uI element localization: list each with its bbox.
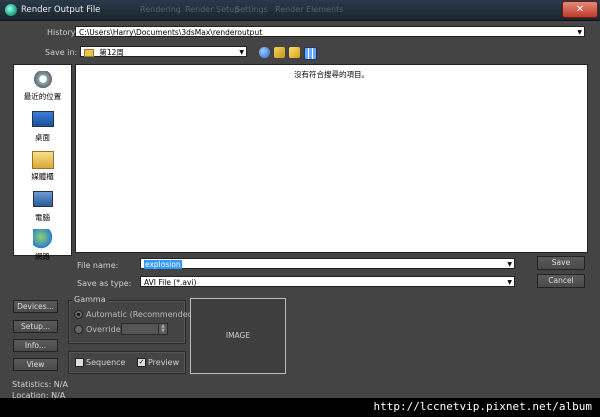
libraries-icon <box>31 151 54 169</box>
place-libraries[interactable]: 媒體櫃 <box>14 151 71 182</box>
gamma-spinner[interactable]: ▲ ▼ <box>158 323 168 335</box>
view-button[interactable]: View <box>13 358 58 371</box>
folder-icon <box>84 49 94 57</box>
close-button[interactable]: ✕ <box>562 1 598 18</box>
save-button[interactable]: Save <box>537 256 585 270</box>
preview-label: Preview <box>148 358 180 367</box>
cancel-button[interactable]: Cancel <box>537 274 585 288</box>
watermark-url: http://lccnetvip.pixnet.net/album <box>373 400 592 413</box>
window-title: Render Output File <box>21 5 101 15</box>
history-label: History: <box>47 28 78 37</box>
new-folder-icon[interactable] <box>289 47 300 58</box>
gamma-automatic-radio[interactable] <box>74 310 83 319</box>
check-icon: ✓ <box>138 358 145 366</box>
ghost-menu-rendering: Rendering <box>140 5 181 14</box>
watermark-bar: http://lccnetvip.pixnet.net/album <box>0 398 600 417</box>
back-icon[interactable] <box>259 47 270 58</box>
gamma-override-label: Override <box>86 325 121 334</box>
places-bar: 最近的位置 桌面 媒體櫃 電腦 網路 <box>13 64 72 261</box>
save-as-type-dropdown[interactable]: AVI File (*.avi) ▼ <box>140 276 515 287</box>
app-icon <box>5 4 17 16</box>
devices-button[interactable]: Devices... <box>13 300 58 313</box>
gamma-group <box>68 300 186 344</box>
desktop-icon <box>31 111 54 127</box>
preview-checkbox[interactable]: ✓ <box>137 358 146 367</box>
save-in-value: 第12周 <box>99 48 124 57</box>
place-computer[interactable]: 電腦 <box>14 191 71 223</box>
file-list[interactable]: 沒有符合搜尋的項目。 <box>75 64 588 253</box>
gamma-group-label: Gamma <box>72 295 108 304</box>
setup-button[interactable]: Setup... <box>13 320 58 333</box>
chevron-down-icon: ▼ <box>507 279 512 286</box>
image-preview-label: IMAGE <box>225 331 251 340</box>
info-button[interactable]: Info... <box>13 339 58 352</box>
save-as-type-value: AVI File (*.avi) <box>144 278 197 287</box>
chevron-down-icon: ▼ <box>577 29 582 36</box>
place-network[interactable]: 網路 <box>14 229 71 262</box>
save-as-type-label: Save as type: <box>77 279 132 288</box>
close-icon: ✕ <box>575 4 585 15</box>
chevron-down-icon: ▼ <box>507 261 512 268</box>
spinner-arrows-icon: ▲ ▼ <box>161 323 165 334</box>
gamma-override-radio[interactable] <box>74 325 83 334</box>
history-value: C:\Users\Harry\Documents\3dsMax\renderou… <box>79 28 263 37</box>
statistics-text: Statistics: N/A <box>12 380 68 389</box>
ghost-menu-render-setup: Render Setup <box>185 5 240 14</box>
place-recent[interactable]: 最近的位置 <box>14 71 71 102</box>
view-menu-icon[interactable] <box>304 47 317 60</box>
chevron-down-icon: ▼ <box>239 49 244 56</box>
ghost-menu-settings: Settings <box>235 5 268 14</box>
file-name-value: explosion <box>144 260 182 269</box>
sequence-checkbox[interactable] <box>75 358 84 367</box>
file-name-input[interactable]: explosion ▼ <box>140 258 515 269</box>
save-in-label: Save in: <box>45 48 78 57</box>
recent-places-icon <box>31 71 54 89</box>
place-desktop[interactable]: 桌面 <box>14 111 71 143</box>
title-bar: Render Output File Rendering Render Setu… <box>0 0 600 21</box>
sequence-label: Sequence <box>86 358 126 367</box>
ghost-menu-render-elements: Render Elements <box>275 5 344 14</box>
computer-icon <box>32 191 53 207</box>
network-icon <box>32 229 53 249</box>
save-in-dropdown[interactable]: 第12周 ▼ <box>80 46 247 57</box>
gamma-override-value-field[interactable] <box>121 323 160 335</box>
image-preview: IMAGE <box>190 298 286 374</box>
file-name-label: File name: <box>77 261 119 270</box>
gamma-automatic-label: Automatic (Recommended) <box>86 310 196 319</box>
empty-list-message: 沒有符合搜尋的項目。 <box>294 70 369 79</box>
history-dropdown[interactable]: C:\Users\Harry\Documents\3dsMax\renderou… <box>75 26 585 37</box>
up-folder-icon[interactable] <box>274 47 285 58</box>
